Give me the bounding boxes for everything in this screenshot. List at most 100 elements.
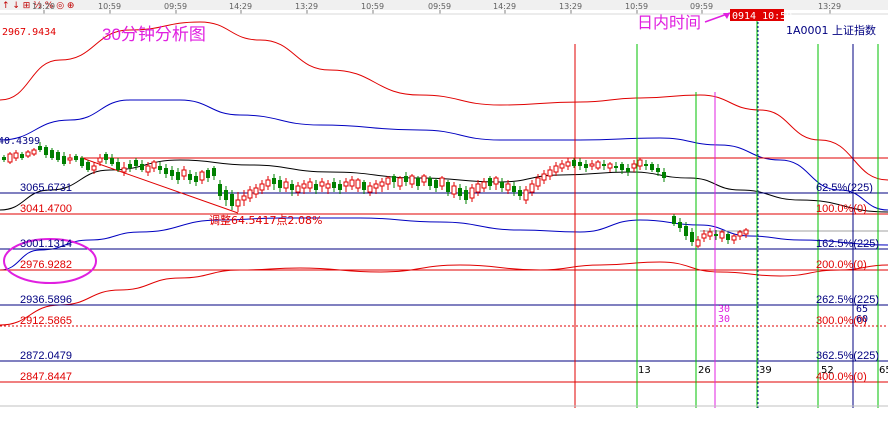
candle-body-down xyxy=(518,190,522,196)
top-time-label: 13:29 xyxy=(818,2,841,11)
price-level-percent: 62.5%(225) xyxy=(816,182,873,194)
candle-body-down xyxy=(188,174,192,180)
candle-body-up xyxy=(373,183,379,189)
candle-body-down xyxy=(656,168,660,172)
candle-body-down xyxy=(140,164,144,170)
candle-body-down xyxy=(50,150,54,158)
candle-body-up xyxy=(349,179,355,187)
candle-body-down xyxy=(20,154,24,158)
candle-body-down xyxy=(128,164,132,168)
candle-body-up xyxy=(595,161,601,169)
candle-body-up xyxy=(295,185,301,193)
top-time-label: 10:59 xyxy=(625,2,648,11)
left-value-2: 40.4399 xyxy=(0,136,40,147)
candle-body-up xyxy=(505,183,511,191)
candle-body-up xyxy=(181,169,187,177)
chart-title: 30分钟分析图 xyxy=(102,25,206,44)
candle-body-up xyxy=(367,185,373,193)
candle-body-up xyxy=(707,231,713,237)
price-level-value: 2847.8447 xyxy=(20,371,72,383)
candle-body-up xyxy=(475,183,481,193)
candle-body-up xyxy=(731,235,737,241)
candle-body-down xyxy=(464,190,468,200)
candle-body-down xyxy=(62,156,66,164)
candle-body-up xyxy=(385,177,391,185)
candle-body-down xyxy=(404,176,408,182)
level-labels: 3065.6731 62.5%(225) 3041.4700 100.0%(0) 300… xyxy=(20,182,879,383)
candle-body-up xyxy=(235,199,241,207)
candle-body-down xyxy=(290,184,294,190)
candle-body-down xyxy=(230,194,234,206)
candle-body-down xyxy=(672,216,676,224)
candle-body-up xyxy=(7,153,13,163)
candle-body-down xyxy=(614,166,618,168)
candle-body-up xyxy=(265,179,271,187)
candle-body-down xyxy=(392,176,396,182)
candle-body-up xyxy=(199,171,205,181)
candle-body-up xyxy=(91,165,97,171)
candle-body-down xyxy=(272,178,276,184)
candle-body-up xyxy=(121,167,127,173)
candle-body-up xyxy=(31,149,37,155)
candle-body-down xyxy=(332,182,336,188)
lower-red-band xyxy=(0,261,888,326)
candle-body-down xyxy=(104,154,108,160)
fibonacci-levels xyxy=(0,192,888,383)
candle-body-up xyxy=(259,183,265,191)
price-level-percent: 162.5%(225) xyxy=(816,238,879,250)
candle-body-down xyxy=(80,158,84,166)
candle-body-down xyxy=(194,176,198,182)
top-time-label: 13:29 xyxy=(295,2,318,11)
top-time-label: 13:29 xyxy=(559,2,582,11)
candle-body-down xyxy=(626,168,630,172)
candle-body-down xyxy=(56,152,60,160)
candle-body-down xyxy=(86,162,90,170)
candle-body-down xyxy=(620,164,624,170)
candle-body-down xyxy=(224,190,228,200)
candle-body-up xyxy=(319,181,325,187)
top-time-label: 10:59 xyxy=(361,2,384,11)
upper-red-band xyxy=(0,21,888,181)
top-time-label: 14:29 xyxy=(493,2,516,11)
price-level-value: 2976.9282 xyxy=(20,259,72,271)
top-time-label: 09:59 xyxy=(428,2,451,11)
candle-body-down xyxy=(428,178,432,186)
price-level-value: 3065.6731 xyxy=(20,182,72,194)
price-level-value: 2936.5896 xyxy=(20,294,72,306)
candle-body-up xyxy=(631,163,637,169)
chart-area[interactable]: ↑ ↓ ⊞ ½ % ◎ ⊕ 13:29 10:59 09:59 14:29 13:29 1… xyxy=(0,0,888,421)
price-level-percent: 200.0%(0) xyxy=(816,259,867,271)
candle-body-up xyxy=(637,159,643,167)
candle-body-down xyxy=(726,234,730,240)
candle-body-up xyxy=(97,157,103,163)
candle-body-down xyxy=(158,166,162,170)
price-level-value: 3001.1314 xyxy=(20,238,72,250)
candle-body-down xyxy=(362,182,366,190)
candle-body-down xyxy=(650,164,654,170)
candle-body-down xyxy=(458,188,462,196)
analysis-chart[interactable]: ↑ ↓ ⊞ ½ % ◎ ⊕ 13:29 10:59 09:59 14:29 13:29 1… xyxy=(0,0,888,421)
candle-body-down xyxy=(44,147,48,155)
candle-body-down xyxy=(512,186,516,192)
candle-body-up xyxy=(67,157,73,161)
candle-body-down xyxy=(662,172,666,178)
candle-body-down xyxy=(170,170,174,176)
candle-body-up xyxy=(589,163,595,167)
candle-body-up xyxy=(559,163,565,169)
candle-body-up xyxy=(469,187,475,199)
candle-body-down xyxy=(578,162,582,166)
candle-body-down xyxy=(488,178,492,186)
candle-body-up xyxy=(535,177,541,187)
top-left-value: 2967.9434 xyxy=(2,27,56,38)
candle-body-up xyxy=(523,189,529,201)
candle-body-up xyxy=(379,181,385,187)
candle-body-up xyxy=(283,181,289,189)
top-time-label: 09:59 xyxy=(690,2,713,11)
candle-body-up xyxy=(253,187,259,195)
candle-body-up xyxy=(241,195,247,201)
symbol-label: 1A0001 上证指数 xyxy=(786,23,876,37)
candle-body-down xyxy=(446,182,450,192)
time-marker: 0914 10:59 xyxy=(732,11,792,22)
candle-body-up xyxy=(451,185,457,195)
candle-body-up xyxy=(553,165,559,173)
